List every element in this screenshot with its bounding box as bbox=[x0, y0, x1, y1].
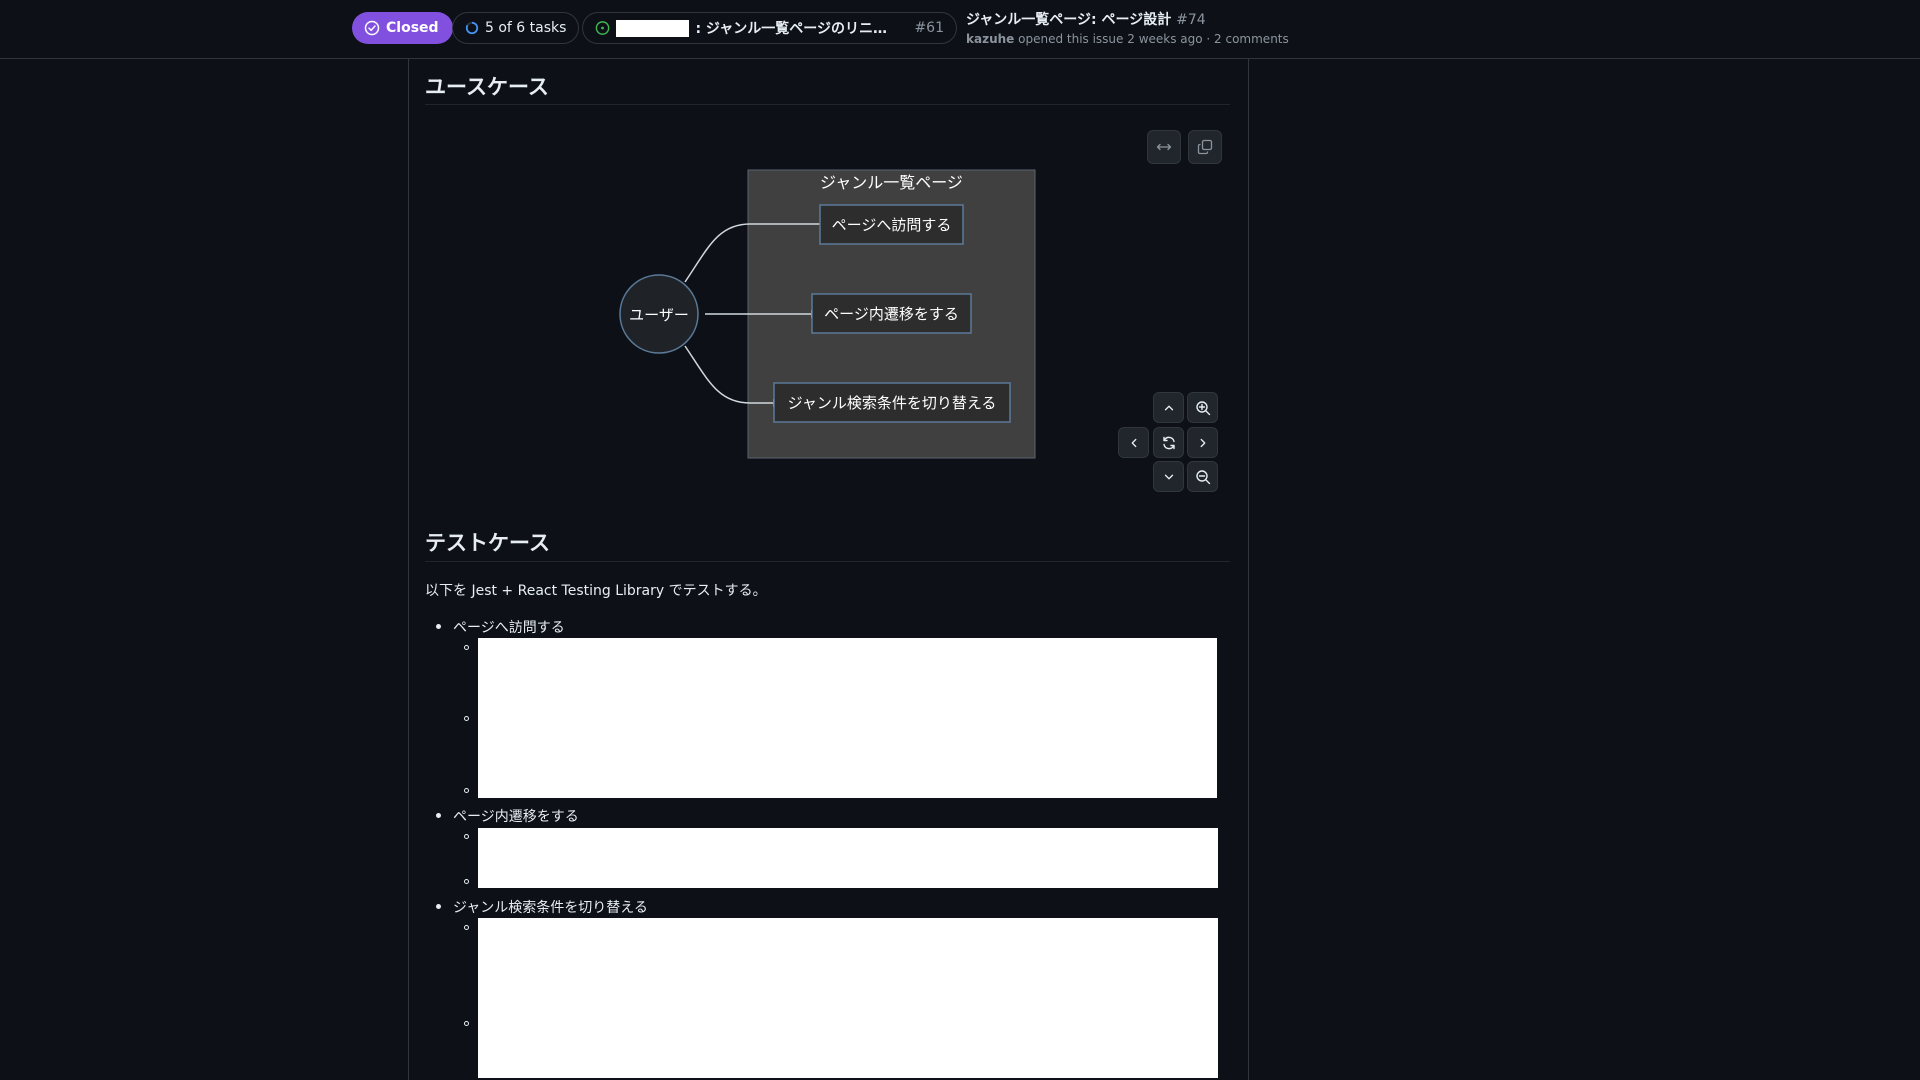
chevron-up-icon bbox=[1164, 405, 1173, 410]
zoom-in-button[interactable] bbox=[1187, 392, 1218, 423]
sublist-bullet bbox=[464, 879, 469, 884]
tasks-progress-label: 5 of 6 tasks bbox=[485, 20, 567, 36]
expand-icon bbox=[1156, 143, 1172, 151]
redacted-block bbox=[478, 918, 1218, 1078]
issue-state-label: Closed bbox=[386, 20, 439, 36]
system-title: ジャンル一覧ページ bbox=[820, 173, 963, 192]
heading-divider bbox=[425, 561, 1230, 562]
testcase-item: ページへ訪問する bbox=[453, 620, 565, 636]
chevron-left-icon bbox=[1131, 438, 1136, 447]
closed-check-icon bbox=[364, 20, 380, 36]
testcase-heading: テストケース bbox=[425, 531, 550, 555]
actor-label: ユーザー bbox=[629, 306, 689, 324]
usecase-label: ページへ訪問する bbox=[832, 216, 952, 234]
sublist-bullet bbox=[464, 834, 469, 839]
redacted-block bbox=[478, 638, 1217, 798]
sublist-bullet bbox=[464, 645, 469, 650]
issue-open-icon bbox=[595, 21, 610, 35]
issue-number: #74 bbox=[1176, 12, 1206, 28]
pan-right-button[interactable] bbox=[1187, 427, 1218, 458]
list-bullet bbox=[436, 624, 441, 629]
sublist-bullet bbox=[464, 788, 469, 793]
pan-left-button[interactable] bbox=[1118, 427, 1149, 458]
issue-title: ジャンル一覧ページ: ページ設計 bbox=[966, 12, 1172, 28]
issue-title-block: ジャンル一覧ページ: ページ設計 #74 kazuhe opened this … bbox=[966, 9, 1289, 46]
parent-issue-pill[interactable]: : ジャンル一覧ページのリニュー... #61 bbox=[582, 12, 957, 44]
parent-issue-title: : ジャンル一覧ページのリニュー... bbox=[695, 21, 901, 37]
progress-circle-icon bbox=[465, 21, 479, 35]
pan-down-button[interactable] bbox=[1153, 461, 1184, 492]
redacted-block bbox=[478, 828, 1218, 888]
testcase-item: ページ内遷移をする bbox=[453, 809, 579, 825]
sublist-bullet bbox=[464, 1021, 469, 1026]
sublist-bullet bbox=[464, 925, 469, 930]
usecase-heading: ユースケース bbox=[425, 75, 549, 99]
zoom-out-button[interactable] bbox=[1187, 461, 1218, 492]
chevron-right-icon bbox=[1200, 438, 1205, 447]
testcase-intro: 以下を Jest + React Testing Library でテストする。 bbox=[425, 583, 767, 599]
reset-icon bbox=[1162, 436, 1175, 449]
heading-divider bbox=[425, 104, 1230, 105]
reset-view-button[interactable] bbox=[1153, 427, 1184, 458]
usecase-label: ページ内遷移をする bbox=[824, 305, 959, 323]
chevron-down-icon bbox=[1164, 474, 1173, 479]
zoom-in-icon bbox=[1195, 400, 1210, 415]
pan-up-button[interactable] bbox=[1153, 392, 1184, 423]
usecase-label: ジャンル検索条件を切り替える bbox=[788, 394, 997, 412]
usecase-diagram[interactable]: ジャンル一覧ページ ユーザー ページへ訪問する ページ内遷移をする ジャンル検索… bbox=[608, 160, 1068, 470]
expand-button[interactable] bbox=[1147, 130, 1181, 164]
list-bullet bbox=[436, 904, 441, 909]
issue-meta: opened this issue 2 weeks ago · 2 commen… bbox=[1018, 32, 1289, 46]
testcase-item: ジャンル検索条件を切り替える bbox=[453, 900, 648, 916]
issue-state-badge: Closed bbox=[352, 12, 453, 44]
author-link[interactable]: kazuhe bbox=[966, 32, 1014, 46]
tasks-progress-pill[interactable]: 5 of 6 tasks bbox=[452, 12, 580, 44]
zoom-out-icon bbox=[1195, 469, 1210, 484]
parent-issue-number: #61 bbox=[914, 20, 944, 36]
copy-icon bbox=[1197, 139, 1213, 155]
sublist-bullet bbox=[464, 716, 469, 721]
sticky-issue-header: Closed 5 of 6 tasks : ジャンル一覧ページのリニュー... … bbox=[0, 0, 1920, 59]
list-bullet bbox=[436, 813, 441, 818]
redacted-text bbox=[616, 19, 690, 37]
copy-button[interactable] bbox=[1188, 130, 1222, 164]
